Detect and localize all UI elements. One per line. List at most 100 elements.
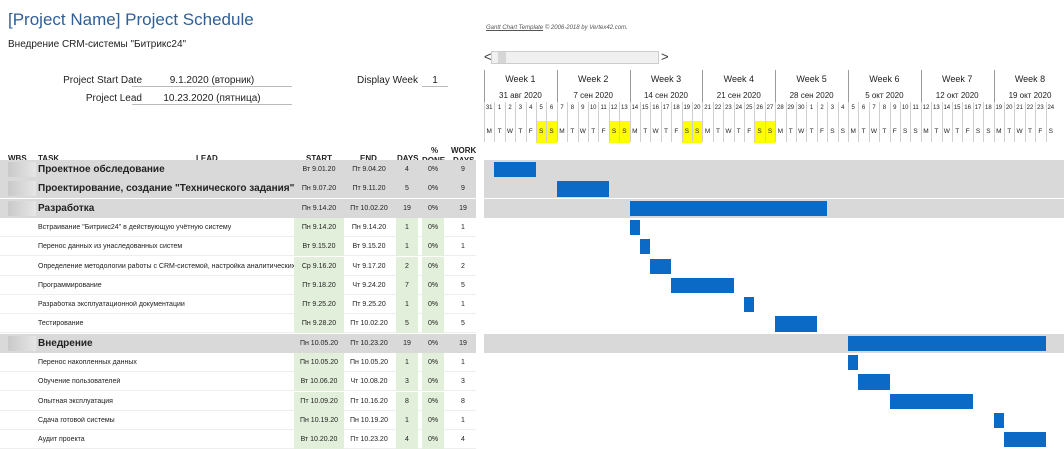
scroll-left-button[interactable]: < [484, 49, 492, 64]
gantt-bar[interactable] [640, 239, 651, 255]
week-label: Week 2 [578, 74, 609, 84]
task-row[interactable]: Тестирование Пн 9.28.20 Пт 10.02.20 5 0% 5 [0, 314, 476, 334]
phase-row[interactable]: Проектное обследование Вт 9.01.20 Пт 9.04.… [0, 160, 476, 179]
phase-row[interactable]: Разработка Пн 9.14.20 Пт 10.02.20 19 0% 19 [0, 198, 476, 218]
gantt-bar[interactable] [629, 219, 640, 236]
day-divider [619, 102, 621, 142]
day-divider [598, 102, 600, 142]
day-divider [702, 102, 704, 142]
day-number: 4 [841, 105, 845, 111]
day-letter: W [725, 128, 732, 135]
task-name[interactable]: Аудит проекта [38, 436, 294, 443]
task-start: Ср 9.16.20 [294, 256, 344, 276]
task-name[interactable]: Проектное обследование [38, 164, 298, 175]
task-name[interactable]: Разработка [38, 203, 298, 214]
day-letter: S [764, 121, 776, 143]
day-letter: T [788, 128, 793, 135]
phase-row[interactable]: Проектирование, создание "Технического з… [0, 179, 476, 199]
task-percent-done: 0% [422, 256, 444, 276]
day-divider [494, 102, 496, 142]
task-name[interactable]: Сдача готовой системы [38, 417, 294, 424]
task-percent-done: 0% [422, 217, 444, 237]
week-scrollbar-thumb[interactable] [498, 52, 506, 63]
week-date: 31 авг 2020 [499, 91, 542, 100]
day-divider [775, 102, 777, 142]
task-name[interactable]: Перенос данных из унаследованных систем [38, 243, 294, 250]
task-percent-done: 0% [422, 237, 444, 257]
gantt-bar[interactable] [889, 393, 973, 409]
task-work-days: 4 [461, 436, 465, 444]
task-row[interactable]: Перенос накопленных данных Пн 10.05.20 Пн … [0, 353, 476, 372]
day-divider [681, 102, 683, 142]
template-credit-link[interactable]: Gantt Chart Template [486, 25, 543, 31]
day-letter: T [664, 128, 668, 135]
gantt-bar[interactable] [629, 200, 828, 216]
week-date: 19 окт 2020 [1008, 91, 1052, 100]
day-number: 28 [777, 105, 784, 111]
task-row[interactable]: Обучение пользователей Вт 10.06.20 Чт 10.0… [0, 372, 476, 392]
gantt-bar[interactable] [775, 316, 817, 332]
task-row[interactable]: Программирование Пт 9.18.20 Чт 9.24.20 7 0% 5 [0, 275, 476, 295]
day-letter: S [754, 121, 765, 143]
task-name[interactable]: Опытная эксплуатация [38, 398, 294, 405]
task-row[interactable]: Встраивание "Битрикс24" в действующую уч… [0, 217, 476, 237]
task-name[interactable]: Программирование [38, 282, 294, 289]
task-row[interactable]: Определение методологии работы с CRM-сис… [0, 256, 476, 276]
day-letter: S [1048, 128, 1053, 135]
task-days: 4 [405, 166, 409, 173]
task-name[interactable]: Определение методологии работы с CRM-сис… [38, 263, 294, 270]
task-name[interactable]: Обучение пользователей [38, 378, 294, 385]
day-divider [754, 102, 756, 142]
gantt-bar[interactable] [556, 181, 609, 197]
task-name[interactable]: Разработка эксплуатационной документации [38, 301, 294, 308]
phase-row[interactable]: Внедрение Пн 10.05.20 Пт 10.23.20 19 0% 19 [0, 333, 476, 353]
gantt-bar[interactable] [1004, 432, 1046, 448]
task-days: 8 [396, 391, 418, 411]
day-number: 15 [953, 105, 961, 111]
day-letter: M [777, 128, 784, 135]
day-letter: T [591, 128, 596, 135]
task-row[interactable]: Опытная эксплуатация Пт 10.09.20 Пт 10.16.… [0, 391, 476, 411]
day-divider [858, 102, 860, 142]
task-start: Пн 10.05.20 [294, 353, 344, 372]
day-number: 2 [820, 105, 824, 111]
day-divider [764, 102, 766, 142]
task-row[interactable]: Перенос данных из унаследованных систем В… [0, 237, 476, 257]
day-number: 22 [1026, 105, 1034, 111]
day-number: 29 [787, 105, 795, 111]
week-scrollbar[interactable] [491, 51, 659, 64]
gantt-bar[interactable] [858, 374, 890, 390]
day-number: 7 [560, 105, 564, 111]
task-row[interactable]: Сдача готовой системы Пн 10.19.20 Пн 10.19… [0, 410, 476, 430]
task-row[interactable]: Аудит проекта Вт 10.20.20 Пт 10.23.20 4 0% 4 [0, 430, 476, 449]
display-week-field[interactable]: 1 [422, 75, 448, 87]
day-divider [972, 102, 974, 142]
task-end: Пт 9.04.20 [352, 166, 386, 173]
day-number: 19 [683, 105, 691, 111]
gantt-bar[interactable] [671, 277, 734, 294]
project-start-field[interactable]: 9.1.2020 (вторник) [132, 75, 292, 87]
day-letter: M [632, 128, 638, 135]
gantt-bar[interactable] [650, 258, 672, 274]
task-name[interactable]: Внедрение [38, 338, 298, 349]
scroll-right-button[interactable]: > [661, 49, 669, 64]
task-work-days: 3 [461, 378, 465, 386]
gantt-bar[interactable] [993, 412, 1004, 429]
task-name[interactable]: Тестирование [38, 320, 294, 327]
day-number: 8 [882, 105, 887, 111]
gantt-bar[interactable] [744, 297, 755, 313]
week-label: Week 4 [723, 74, 754, 84]
day-number: 24 [735, 105, 743, 111]
project-lead-field[interactable]: 10.23.2020 (пятница) [132, 93, 292, 105]
day-divider [806, 102, 808, 142]
task-name[interactable]: Встраивание "Битрикс24" в действующую уч… [38, 224, 294, 231]
task-days: 1 [396, 217, 418, 237]
task-name[interactable]: Перенос накопленных данных [38, 359, 294, 366]
gantt-bar[interactable] [848, 335, 1046, 351]
task-name[interactable]: Проектирование, создание "Технического з… [38, 183, 298, 194]
task-row[interactable]: Разработка эксплуатационной документации… [0, 295, 476, 315]
day-divider [931, 102, 933, 142]
gantt-bar[interactable] [494, 162, 536, 178]
gantt-bar[interactable] [848, 355, 859, 371]
task-work-days: 1 [461, 416, 465, 424]
